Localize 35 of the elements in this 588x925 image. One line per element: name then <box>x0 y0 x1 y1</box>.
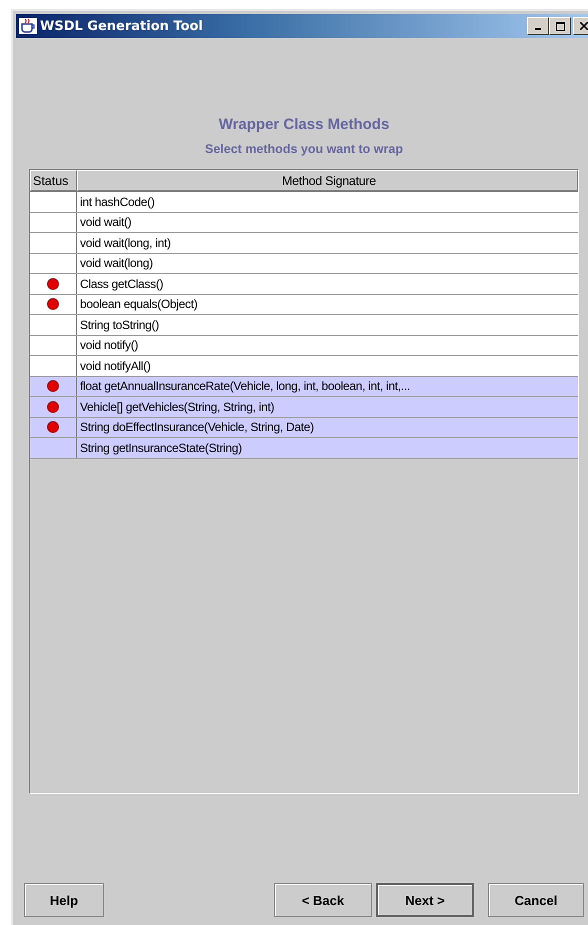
help-button[interactable]: Help <box>24 883 104 917</box>
window-title: WSDL Generation Tool <box>40 18 203 34</box>
table-row[interactable]: void wait() <box>30 212 578 233</box>
table-row[interactable]: Vehicle[] getVehicles(String, String, int) <box>30 397 578 418</box>
method-signature: int hashCode() <box>80 194 155 209</box>
table-row[interactable]: void wait(long, int) <box>30 233 578 254</box>
table-row[interactable]: void notifyAll() <box>30 356 578 376</box>
table-row[interactable]: int hashCode() <box>30 192 578 212</box>
method-signature: boolean equals(Object) <box>80 297 198 312</box>
method-signature: String getInsuranceState(String) <box>80 440 242 455</box>
method-signature: String doEffectInsurance(Vehicle, String, Date) <box>80 420 314 434</box>
table-row[interactable]: String toString() <box>30 315 578 336</box>
page-heading: Wrapper Class Methods <box>218 116 390 133</box>
table-row[interactable]: String doEffectInsurance(Vehicle, String, Date) <box>30 418 578 438</box>
table-row[interactable]: String getInsuranceState(String) <box>30 438 578 458</box>
table-row[interactable]: void notify() <box>30 336 578 356</box>
column-header[interactable]: Method Signature <box>77 170 578 191</box>
wizard-button[interactable]: < Back <box>274 883 372 917</box>
method-signature: void notifyAll() <box>80 358 151 373</box>
method-signature: void wait() <box>80 215 132 230</box>
table-row[interactable]: void wait(long) <box>30 254 578 274</box>
page-subheading: Select methods you want to wrap <box>204 142 404 156</box>
method-signature: String toString() <box>80 318 159 332</box>
method-signature: float getAnnualInsuranceRate(Vehicle, long, int, boolean, int, int,... <box>80 379 410 394</box>
table-row[interactable]: boolean equals(Object) <box>30 294 578 315</box>
wizard-button[interactable]: Cancel <box>488 883 584 917</box>
method-signature: Class getClass() <box>80 276 164 291</box>
method-signature: void notify() <box>80 338 138 352</box>
wizard-button[interactable]: Next > <box>376 883 474 917</box>
method-signature: void wait(long) <box>80 256 153 270</box>
table-row[interactable]: Class getClass() <box>30 274 578 294</box>
method-signature: void wait(long, int) <box>80 236 171 250</box>
table-row[interactable]: float getAnnualInsuranceRate(Vehicle, long, int, boolean, int, int,... <box>30 376 578 397</box>
method-signature: Vehicle[] getVehicles(String, String, int) <box>80 400 274 414</box>
column-header[interactable]: Status <box>30 170 77 191</box>
